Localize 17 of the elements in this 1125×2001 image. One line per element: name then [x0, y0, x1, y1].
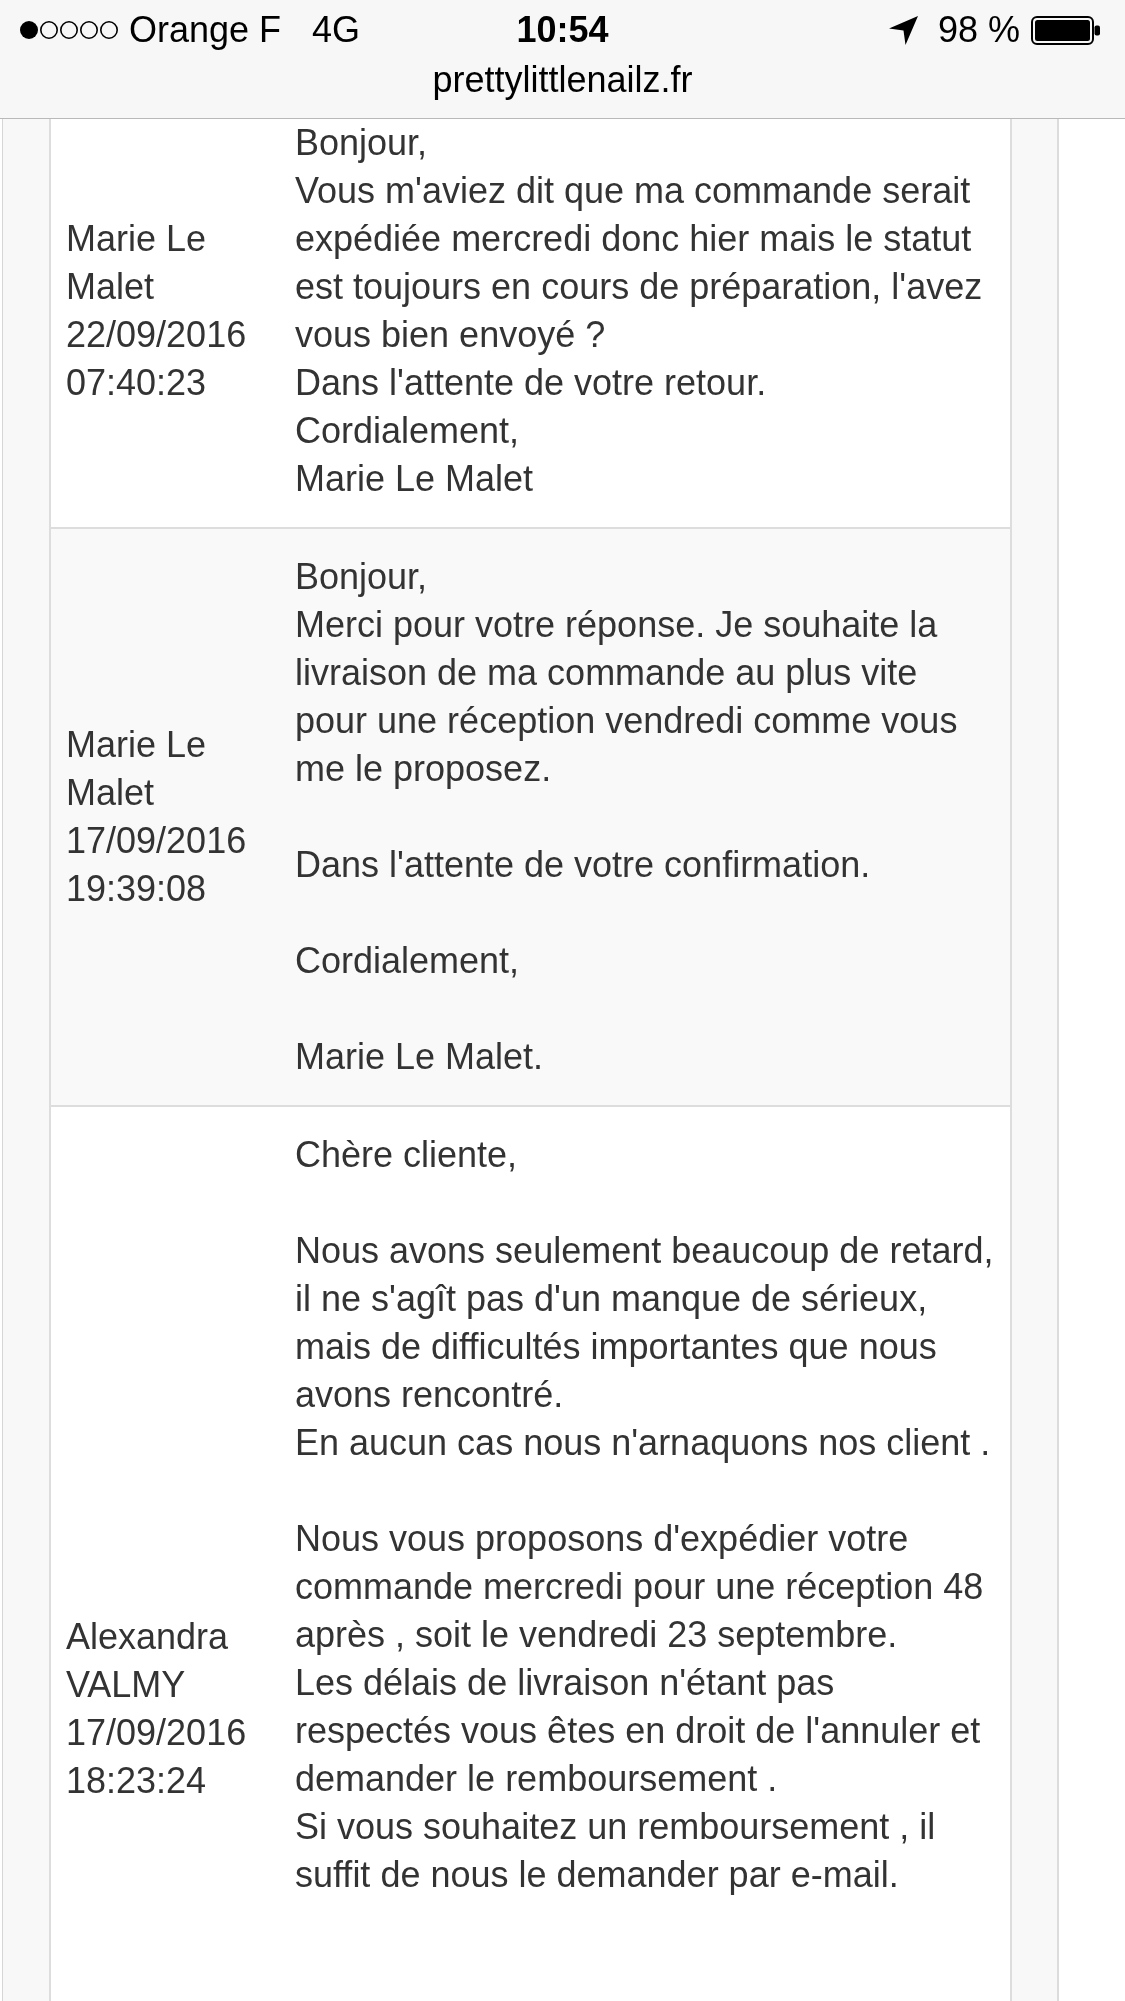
clock-time: 10:54 — [516, 9, 609, 50]
message-date: 22/09/2016 07:40:23 — [66, 313, 248, 405]
message-text: Bonjour, Vous m'aviez dit que ma commande serait expédiée mercredi donc hier mais le statut est toujours en cours de préparation, l'avez vous bien envoyé ? Dans l'attente de votre retour. Cordialement, Marie Le Malet — [295, 121, 984, 501]
battery-percentage: 98 % — [937, 10, 1020, 50]
location-arrow-icon — [888, 15, 918, 45]
network-type: 4G — [312, 10, 361, 50]
url-text[interactable]: prettylittlenailz.fr — [432, 60, 693, 100]
message-text: Bonjour, Merci pour votre réponse. Je souhaite la livraison de ma commande au plus vite pour une réception vendredi comme vous me le proposez. Dans l'attente de votre confirmation. Cordialement, Marie Le Malet. — [295, 555, 959, 1079]
author-name: Marie Le Malet — [66, 217, 208, 309]
author-name: Alexandra VALMY — [66, 1615, 230, 1707]
message-date: 17/09/2016 19:39:08 — [66, 819, 248, 911]
message-text: Chère cliente, Nous avons seulement beaucoup de retard, il ne s'agît pas d'un manque de sérieux, mais de difficultés importantes que nous avons rencontré. En aucun cas nous n'arnaquons nos client . Nous vous proposons d'expédier votre commande mercredi pour une réception 48 après , soit le vendredi 23 septembre. Les délais de livraison n'étant pas respectés vous êtes en droit de l'annuler et demander le remboursement . Si vous souhaitez un remboursement , il suffit de nous le demander par e-mail. — [295, 1133, 995, 1897]
author-name: Marie Le Malet — [66, 723, 208, 815]
signal-icon — [20, 20, 118, 40]
carrier-name: Orange F — [129, 10, 282, 50]
battery-icon — [1031, 15, 1100, 45]
message-date: 17/09/2016 18:23:24 — [66, 1711, 248, 1803]
